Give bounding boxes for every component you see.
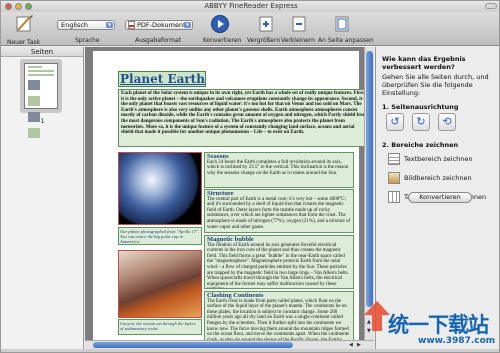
scroll-right-icon[interactable]: ▶ <box>357 342 361 348</box>
zoom-in-icon <box>259 16 273 32</box>
convert-button-label: Konvertieren <box>419 193 461 201</box>
app-window: ABBYY FineReader Express Neuer Task Engl… <box>0 0 500 353</box>
image-area-icon <box>388 172 400 184</box>
rotate-right-button[interactable]: ↻ <box>412 113 430 131</box>
page-number: 1 <box>40 118 45 125</box>
vertical-scroll-thumb[interactable] <box>366 51 373 307</box>
rotate-180-button[interactable]: ⟲ <box>438 113 456 131</box>
scroll-left-icon[interactable]: ◀ <box>349 342 353 348</box>
close-window-button[interactable] <box>5 3 12 10</box>
play-icon <box>211 15 229 33</box>
document-view[interactable]: Planet Earth Each planet of the Solar sy… <box>85 47 364 340</box>
intro-text: Each planet of the Solar system is uniqu… <box>121 91 364 136</box>
fit-page-icon <box>335 16 349 32</box>
magnetic-text: The rotation of Earth around its axis ge… <box>207 242 349 288</box>
language-value: Englisch <box>61 21 89 29</box>
vertical-scrollbar[interactable]: ▲ ▼ <box>364 47 374 340</box>
new-task-label: Neuer Task <box>7 39 40 46</box>
toolbar-toggle-button[interactable] <box>485 3 497 9</box>
rotate-right-icon: ↻ <box>416 115 426 128</box>
minimize-window-button[interactable] <box>15 3 22 10</box>
document-title: Planet Earth <box>120 72 205 86</box>
convert-toolbar-button[interactable] <box>207 14 233 36</box>
rotate-left-icon: ↺ <box>390 115 400 128</box>
horizontal-scroll-thumb[interactable] <box>93 342 293 348</box>
orientation-section-title: 1. Seitenausrichtung <box>382 103 459 111</box>
structure-region[interactable]: Structure The central part of Earth is a… <box>204 189 354 233</box>
canyon-caption: Canyon, the stream cut through the layer… <box>120 321 196 331</box>
pdf-icon <box>128 21 135 29</box>
seasons-text: Each 24 hours the Earth completes a full… <box>207 159 349 176</box>
new-task-icon <box>16 15 33 32</box>
text-area-icon <box>388 153 400 165</box>
window-title: ABBYY FineReader Express <box>204 2 298 10</box>
fit-page-label: An Seite anpassen <box>318 37 374 44</box>
chevron-down-icon: ▼ <box>106 22 113 28</box>
new-task-button[interactable]: Neuer Task <box>7 14 40 46</box>
horizontal-scrollbar[interactable]: ◀ ▶ <box>85 340 374 349</box>
clashing-text: The Earth crust is made from parts calle… <box>207 298 350 340</box>
zoom-in-label: Vergrößern <box>247 37 281 44</box>
intro-text-region[interactable]: Each planet of the Solar system is uniqu… <box>118 89 364 147</box>
zoom-out-label: Verkleinern <box>281 37 315 44</box>
output-format-select[interactable]: PDF-Dokument ▼ <box>125 20 193 30</box>
zoom-out-button[interactable] <box>291 16 307 34</box>
output-format-label: Ausgabeformat <box>135 37 182 44</box>
pages-header: Seiten <box>1 47 83 57</box>
language-label: Sprache <box>75 37 100 44</box>
canyon-caption-region[interactable]: Canyon, the stream cut through the layer… <box>118 319 202 335</box>
pages-panel: Seiten 1 <box>1 47 84 349</box>
watermark-url: www.3987.com <box>418 336 496 346</box>
draw-image-area-button[interactable]: Bildbereich zeichnen <box>388 172 472 184</box>
output-format-value: PDF-Dokument <box>137 21 186 29</box>
improvement-question: Wie kann das Ergebnis verbessert werden? <box>382 55 466 71</box>
table-area-icon <box>388 191 400 203</box>
document-page: Planet Earth Each planet of the Solar sy… <box>93 51 364 340</box>
rotate-180-icon: ⟲ <box>442 115 452 128</box>
site-watermark: 统一下载站 www.3987.com <box>364 299 499 349</box>
fit-page-button[interactable] <box>334 16 350 34</box>
zoom-in-button[interactable] <box>258 16 274 34</box>
zoom-out-icon <box>292 16 306 32</box>
earth-caption: Our planet photographed from "Apollo 17"… <box>120 229 200 244</box>
improvement-description: Gehen Sie alle Seiten durch, und überprü… <box>382 73 489 97</box>
earth-image-region[interactable] <box>118 152 202 225</box>
draw-text-area-label: Textbereich zeichnen <box>404 155 473 163</box>
language-select[interactable]: Englisch ▼ <box>57 20 115 30</box>
zoom-window-button[interactable] <box>25 3 32 10</box>
title-bar: ABBYY FineReader Express <box>1 1 499 12</box>
clashing-region[interactable]: Clashing Continents The Earth crust is m… <box>204 291 354 340</box>
rotate-left-button[interactable]: ↺ <box>386 113 404 131</box>
structure-text: The central part of Earth is a metal cor… <box>207 196 351 230</box>
draw-text-area-button[interactable]: Textbereich zeichnen <box>388 153 473 165</box>
watermark-name: 统一下载站 <box>388 313 489 337</box>
canyon-image-region[interactable] <box>118 250 202 318</box>
status-bar <box>1 349 499 352</box>
chevron-down-icon: ▼ <box>184 22 191 28</box>
seasons-region[interactable]: Seasons Each 24 hours the Earth complete… <box>204 152 354 188</box>
magnetic-region[interactable]: Magnetic bubble The rotation of Earth ar… <box>204 235 354 289</box>
convert-toolbar-label: Konvertieren <box>203 37 242 44</box>
draw-areas-section-title: 2. Bereiche zeichnen <box>382 141 459 149</box>
toolbar: Neuer Task Englisch ▼ Sprache PDF-Dokume… <box>1 12 499 46</box>
window-controls <box>5 3 32 10</box>
convert-button[interactable]: Konvertieren <box>408 192 472 203</box>
earth-caption-region[interactable]: Our planet photographed from "Apollo 17"… <box>118 227 202 245</box>
draw-image-area-label: Bildbereich zeichnen <box>404 174 472 182</box>
page-thumbnail[interactable] <box>24 63 58 138</box>
